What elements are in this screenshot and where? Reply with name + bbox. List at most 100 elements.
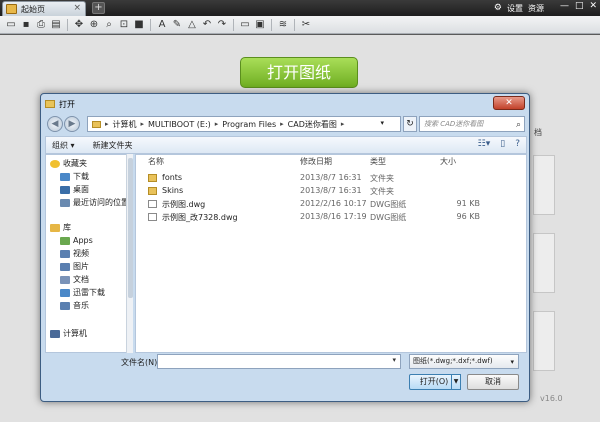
file-type: 文件夹 [370,187,394,196]
preview-pane-icon[interactable]: ▯ [500,139,505,149]
dialog-title: 打开 [59,99,75,109]
scrollbar-thumb[interactable] [128,158,133,298]
nav-item-music[interactable]: 音乐 [60,299,89,312]
file-name: Skins [162,186,184,195]
address-bar[interactable]: ▸ 计算机 ▸ MULTIBOOT (E:) ▸ Program Files ▸… [87,116,401,132]
nav-item-recent[interactable]: 最近访问的位置 [60,196,129,209]
nav-item-library[interactable]: 库 [50,221,71,234]
text-icon[interactable]: A [155,18,169,32]
pan-icon[interactable]: ✥ [72,18,86,32]
close-window-button[interactable]: ✕ [589,1,597,11]
column-header-name[interactable]: 名称 [148,155,164,169]
column-header-modified[interactable]: 修改日期 [300,155,332,169]
tab-close-icon[interactable]: × [73,3,81,13]
tab-start-page[interactable]: 起始页 × [2,1,86,16]
breadcrumb-item[interactable]: 计算机 [113,119,137,130]
help-icon[interactable]: ? [515,139,520,149]
folder-icon [45,100,55,108]
nav-item-thunder-downloads[interactable]: 迅雷下载 [60,286,105,299]
refresh-button[interactable]: ↻ [403,116,417,132]
export-icon[interactable]: ▤ [49,18,63,32]
nav-item-videos[interactable]: 视频 [60,247,89,260]
file-row-fonts[interactable]: fonts 2013/8/7 16:31 文件夹 [136,172,528,185]
filetype-value: 图纸(*.dwg;*.dxf;*.dwf) [413,357,493,365]
music-icon [60,301,70,310]
print-icon[interactable]: ⎙ [34,18,48,32]
file-row-sample-dwg[interactable]: 示例图.dwg 2012/2/16 10:17 DWG图纸 91 KB [136,198,528,211]
maximize-button[interactable]: □ [575,1,584,11]
minimize-button[interactable]: — [560,1,569,11]
open-drawing-button[interactable]: 打开图纸 [240,57,358,88]
documents-icon [60,275,70,284]
recent-drawing-card[interactable] [533,155,555,215]
zoom-window-icon[interactable]: ⌕ [102,18,116,32]
side-panel-label: 档 [534,128,542,137]
filetype-select[interactable]: 图纸(*.dwg;*.dxf;*.dwf) ▾ [409,354,519,369]
redo-icon[interactable]: ↷ [215,18,229,32]
nav-item-documents[interactable]: 文档 [60,273,89,286]
search-input[interactable]: 搜索 CAD迷你看图 ⌕ [419,116,525,132]
measure-icon[interactable]: △ [185,18,199,32]
recent-drawing-card[interactable] [533,311,555,371]
zoom-in-icon[interactable]: ⊕ [87,18,101,32]
search-icon[interactable]: ⌕ [516,118,521,132]
compare-icon[interactable]: ▣ [253,18,267,32]
breadcrumb-item[interactable]: MULTIBOOT (E:) [148,120,211,129]
dwg-file-icon [148,213,157,221]
column-header-size[interactable]: 大小 [440,155,456,169]
file-row-sample-modified-dwg[interactable]: 示例图_改7328.dwg 2013/8/16 17:19 DWG图纸 96 K… [136,211,528,224]
zoom-extents-icon[interactable]: ⊡ [117,18,131,32]
computer-icon [50,329,60,338]
nav-item-label: 视频 [73,249,89,258]
file-size: 96 KB [456,212,480,221]
undo-icon[interactable]: ↶ [200,18,214,32]
gear-icon[interactable]: ⚙ [494,3,502,13]
file-size: 91 KB [456,199,480,208]
nav-item-label: 图片 [73,262,89,271]
view-controls: ☷▾ ▯ ? [478,139,520,149]
fullscreen-icon[interactable]: ■ [132,18,146,32]
file-row-skins[interactable]: Skins 2013/8/7 16:31 文件夹 [136,185,528,198]
nav-item-desktop[interactable]: 桌面 [60,183,89,196]
search-placeholder: 搜索 CAD迷你看图 [424,120,484,128]
column-header-type[interactable]: 类型 [370,155,386,169]
nav-item-downloads[interactable]: 下载 [60,170,89,183]
file-list: 名称 修改日期 类型 大小 fonts 2013/8/7 16:31 文件夹 S… [135,154,527,353]
new-tab-button[interactable]: + [92,2,105,14]
thunder-download-icon [60,288,70,297]
breadcrumb-separator: ▸ [214,120,219,128]
title-actions: ⚙ 设置 资源 [494,2,544,14]
nav-item-computer[interactable]: 计算机 [50,327,87,340]
tools-icon[interactable]: ✂ [299,18,313,32]
breadcrumb-item[interactable]: Program Files [222,120,276,129]
dialog-close-button[interactable]: ✕ [493,96,525,110]
forward-button[interactable]: ▶ [64,116,80,132]
resources-link[interactable]: 资源 [528,3,544,14]
file-modified: 2012/2/16 10:17 [300,199,367,208]
nav-item-apps[interactable]: Apps [60,234,93,247]
nav-item-pictures[interactable]: 图片 [60,260,89,273]
breadcrumb-item[interactable]: CAD迷你看图 [288,119,337,130]
chevron-down-icon[interactable]: ▾ [380,119,384,127]
folder-icon [148,174,157,182]
open-options-dropdown[interactable]: ▼ [451,374,461,390]
new-folder-button[interactable]: 新建文件夹 [93,140,133,151]
dialog-titlebar: 打开 [45,98,75,110]
organize-menu[interactable]: 组织 ▾ [52,140,75,151]
recent-drawing-card[interactable] [533,233,555,293]
chevron-down-icon[interactable]: ▾ [510,356,514,369]
layers-icon[interactable]: ≋ [276,18,290,32]
navigation-row: ◀ ▶ ▸ 计算机 ▸ MULTIBOOT (E:) ▸ Program Fil… [45,114,525,134]
settings-link[interactable]: 设置 [507,3,523,14]
view-mode-icon[interactable]: ☷▾ [478,139,491,149]
navigation-scrollbar[interactable] [126,154,133,353]
save-icon[interactable]: ▪ [19,18,33,32]
chevron-down-icon[interactable]: ▾ [392,356,396,364]
nav-item-favorites[interactable]: 收藏夹 [50,157,87,170]
back-button[interactable]: ◀ [47,116,63,132]
pencil-icon[interactable]: ✎ [170,18,184,32]
cancel-button[interactable]: 取消 [467,374,519,390]
layout-icon[interactable]: ▭ [238,18,252,32]
open-folder-icon[interactable]: ▭ [4,18,18,32]
filename-input[interactable]: ▾ [157,354,401,369]
